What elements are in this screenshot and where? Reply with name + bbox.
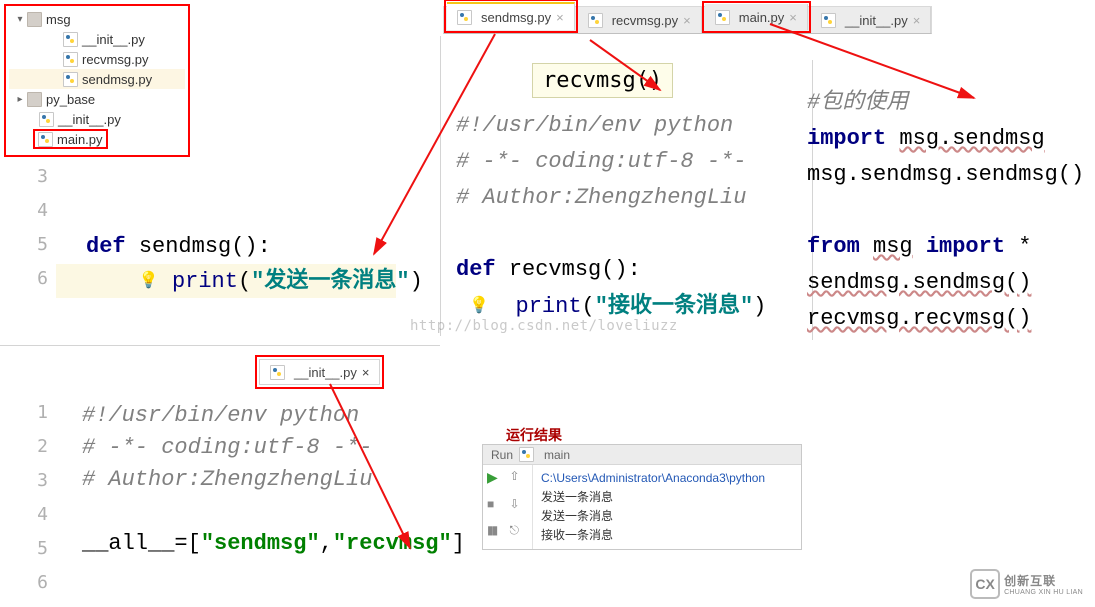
folder-icon [27,92,42,107]
tree-label: __init__.py [82,32,145,47]
step-up-icon[interactable]: ⇧ [510,469,529,493]
output-line: 接收一条消息 [541,526,793,545]
output-line: 发送一条消息 [541,507,793,526]
tab-sendmsg[interactable]: sendmsg.py × [447,2,575,30]
python-file-icon [63,32,78,47]
close-icon[interactable]: × [362,365,370,380]
tree-file-recvmsg[interactable]: recvmsg.py [9,49,185,69]
python-file-icon [270,365,285,380]
python-file-icon [38,132,53,147]
tree-file-init2[interactable]: __init__.py [9,109,185,129]
play-icon[interactable]: ▶ [487,469,506,493]
python-file-icon [39,112,54,127]
tab-label: __init__.py [845,13,908,28]
tree-label: msg [46,12,71,27]
tab-label: main.py [739,10,785,25]
run-output[interactable]: C:\Users\Administrator\Anaconda3\python … [533,465,801,549]
tab-init[interactable]: __init__.py × [811,7,931,33]
tab-label: sendmsg.py [481,10,551,25]
logo-mark: CX [970,569,1000,599]
stop-icon[interactable]: ■ [487,497,506,518]
python-file-icon [519,447,534,462]
run-path: C:\Users\Administrator\Anaconda3\python [541,469,793,488]
logo-cn: 创新互联 [1004,572,1083,589]
editor-main[interactable]: #包的使用 import msg.sendmsg msg.sendmsg.sen… [807,85,1077,337]
tree-folder-pybase[interactable]: ▸ py_base [9,89,185,109]
tab-main[interactable]: main.py × [705,4,808,30]
run-result-title: 运行结果 [506,425,562,445]
step-down-icon[interactable]: ⇩ [510,497,529,518]
close-icon[interactable]: × [683,13,691,28]
tab-recvmsg[interactable]: recvmsg.py × [578,7,702,33]
editor-init[interactable]: #!/usr/bin/env python # -*- coding:utf-8… [82,400,465,560]
tab-sendmsg-highlight: sendmsg.py × [444,0,578,33]
editor-sendmsg[interactable]: def sendmsg(): 💡 print("发送一条消息") [86,230,423,299]
python-file-icon [457,10,472,25]
tree-file-main[interactable]: main.py [9,129,185,149]
tree-folder-msg[interactable]: ▾ msg [9,9,185,29]
output-line: 发送一条消息 [541,488,793,507]
project-tree[interactable]: ▾ msg __init__.py recvmsg.py sendmsg.py … [4,4,190,157]
python-file-icon [715,10,730,25]
tree-file-init[interactable]: __init__.py [9,29,185,49]
tree-file-sendmsg[interactable]: sendmsg.py [9,69,185,89]
brand-logo: CX 创新互联 CHUANG XIN HU LIAN [970,569,1083,599]
autocomplete-popup[interactable]: recvmsg() [532,63,673,98]
tree-label: py_base [46,92,95,107]
python-file-icon [63,52,78,67]
watermark: http://blog.csdn.net/loveliuzz [410,318,678,334]
logo-en: CHUANG XIN HU LIAN [1004,589,1083,596]
folder-icon [27,12,42,27]
editor-tabbar: sendmsg.py × recvmsg.py × main.py × __in… [443,6,932,34]
tree-label: sendmsg.py [82,72,152,87]
run-toolbar: ▶ ⇧ ■ ⇩ ▮▮ ⎋ [483,465,533,549]
tab-init-lower[interactable]: __init__.py × [259,359,380,385]
chevron-down-icon: ▾ [15,14,25,25]
tab-init-highlight: __init__.py × [255,355,384,389]
tree-label: main.py [57,132,103,147]
export-icon[interactable]: ⎋ [510,523,529,545]
tab-label: recvmsg.py [612,13,678,28]
run-header: Run main [483,445,801,465]
line-gutter: 123456 [0,396,58,600]
tab-label: __init__.py [294,365,357,380]
python-file-icon [588,13,603,28]
tab-main-highlight: main.py × [702,1,811,33]
tree-label: __init__.py [58,112,121,127]
run-label: Run [491,448,513,462]
close-icon[interactable]: × [789,10,797,25]
pause-icon[interactable]: ▮▮ [487,523,506,545]
run-panel: Run main ▶ ⇧ ■ ⇩ ▮▮ ⎋ C:\Users\Administr… [482,444,802,550]
close-icon[interactable]: × [556,10,564,25]
python-file-icon [63,72,78,87]
chevron-right-icon: ▸ [15,94,25,105]
lightbulb-icon[interactable]: 💡 [139,272,159,290]
python-file-icon [821,13,836,28]
line-gutter: 3456 [0,160,58,296]
run-config-name: main [544,448,570,462]
lightbulb-icon[interactable]: 💡 [469,297,489,315]
editor-recvmsg[interactable]: #!/usr/bin/env python # -*- coding:utf-8… [456,108,766,325]
tree-label: recvmsg.py [82,52,148,67]
close-icon[interactable]: × [913,13,921,28]
